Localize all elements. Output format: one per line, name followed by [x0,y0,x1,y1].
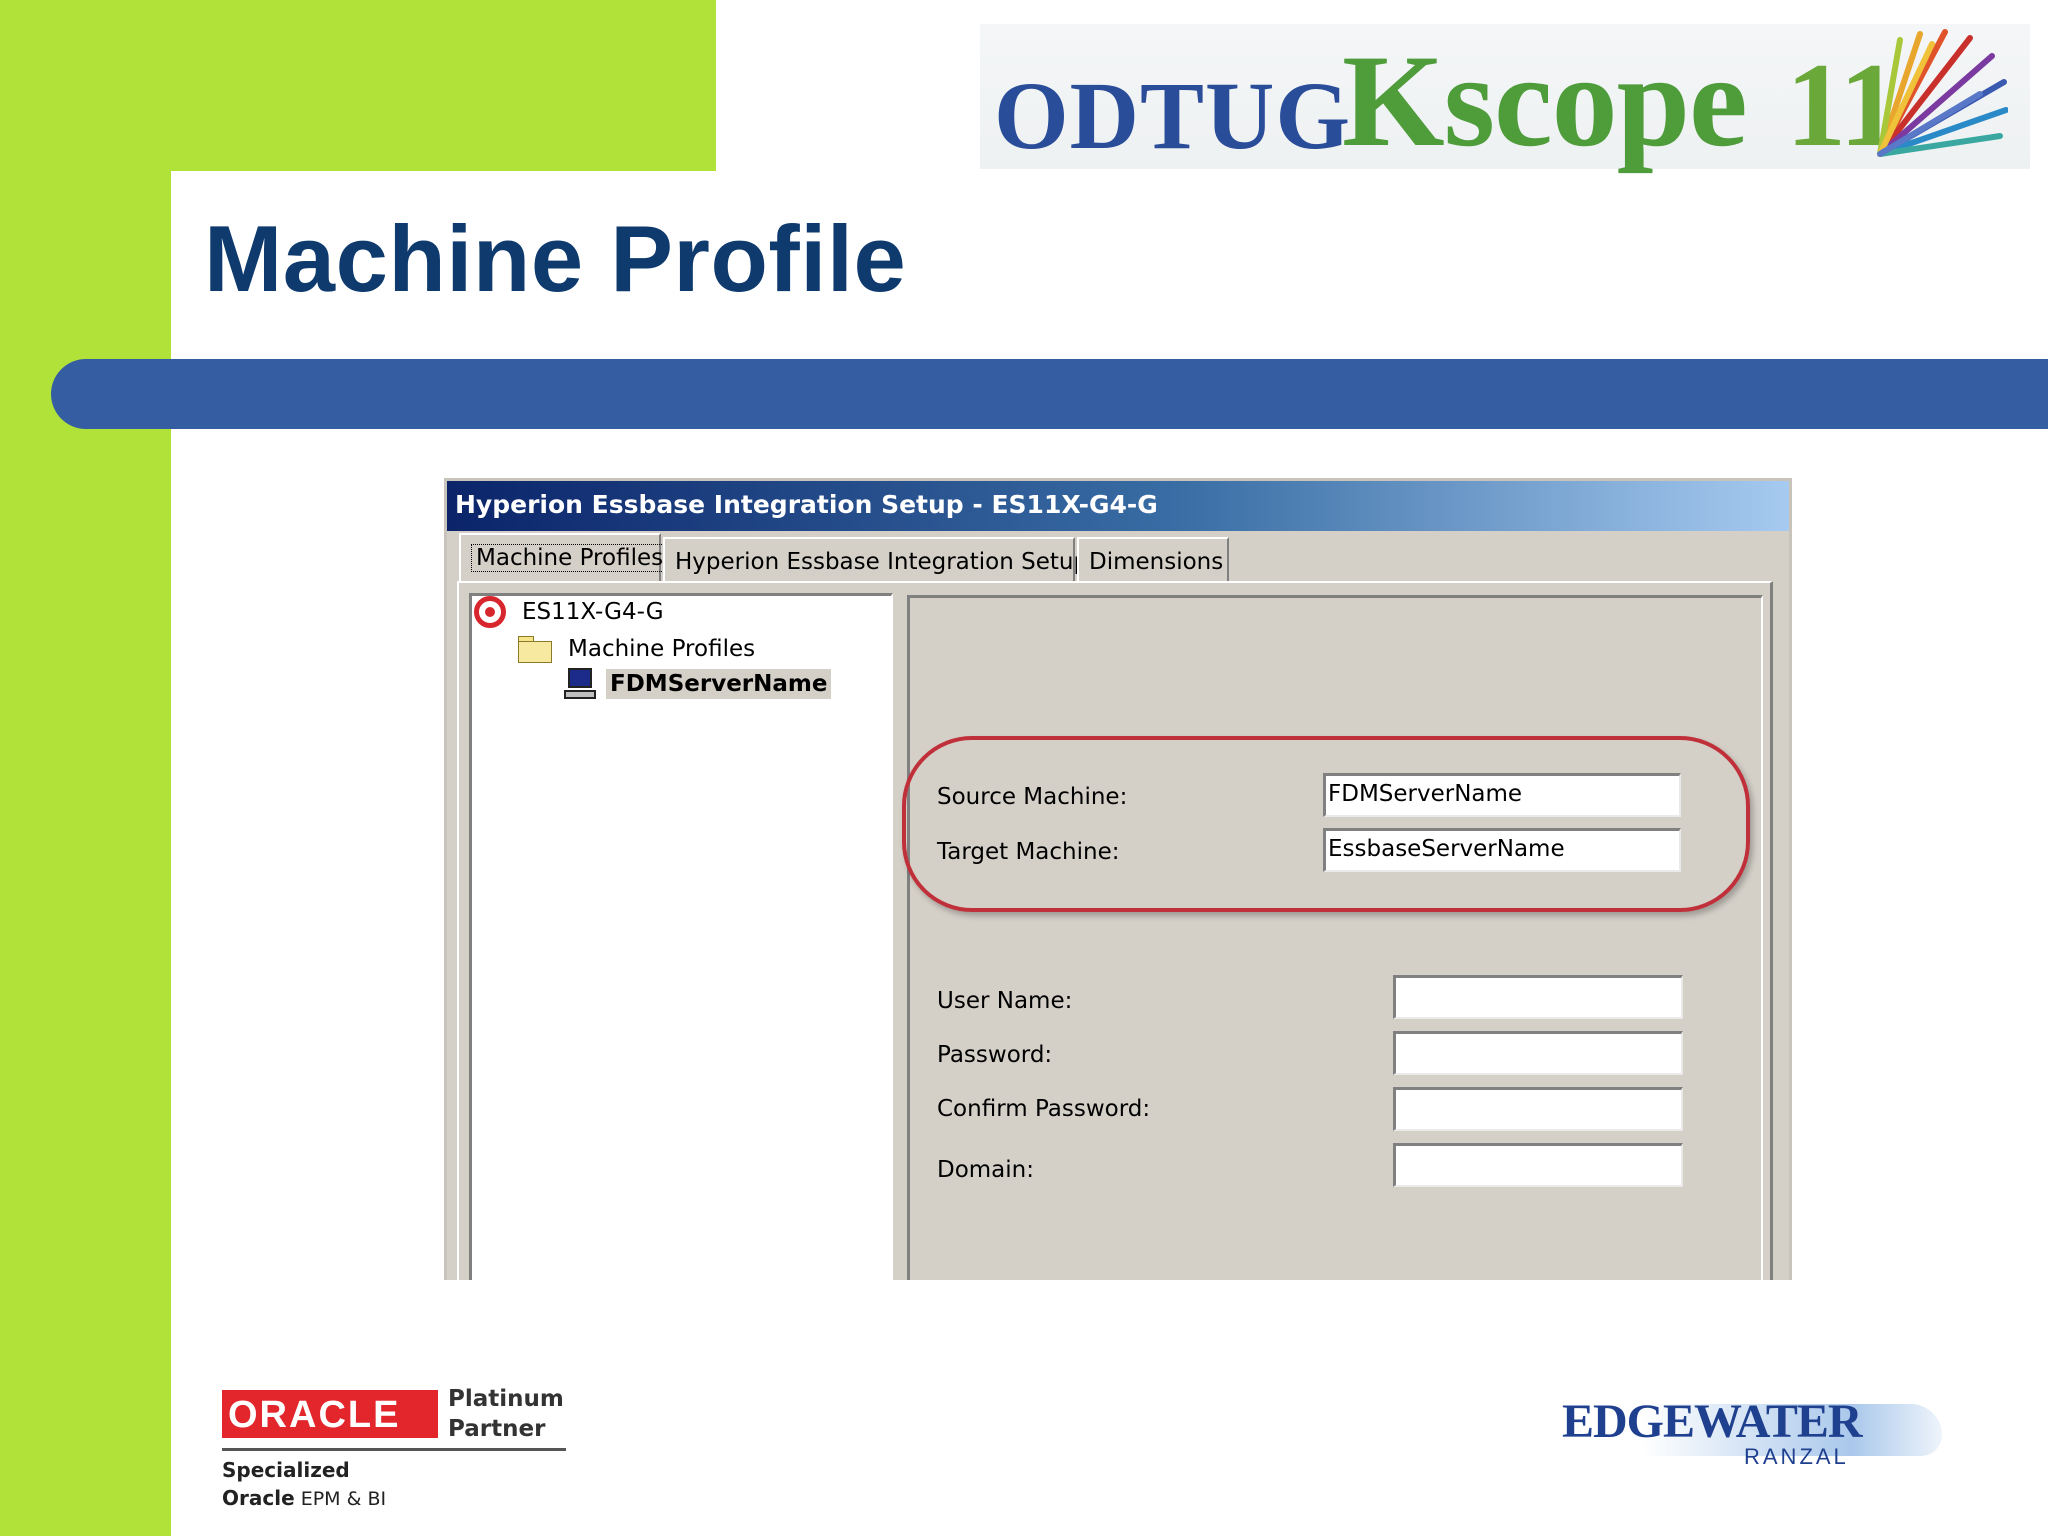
tree-node-server[interactable]: FDMServerName [564,668,832,700]
partner-divider [222,1448,566,1451]
partner-tier-line1: Platinum [448,1386,564,1412]
password-input[interactable] [1393,1031,1683,1075]
tab-label: Dimensions [1089,549,1224,575]
domain-label: Domain: [937,1157,1034,1183]
slide-left-band [0,0,171,1536]
confirm-password-input[interactable] [1393,1087,1683,1131]
machine-profile-tree[interactable]: ES11X-G4-G Machine Profiles FDMServerNam… [469,593,893,1280]
company-logo: EDGEWATER RANZAL [1552,1390,1948,1470]
company-subname: RANZAL [1744,1444,1849,1469]
partner-spec-brand: Oracle [222,1486,295,1510]
computer-icon [564,668,596,700]
partner-specialization: Oracle EPM & BI [222,1486,386,1510]
partner-brand-box: ORACLE [222,1390,438,1438]
tree-node-label: ES11X-G4-G [522,599,664,625]
target-icon [474,596,506,628]
company-name: EDGEWATER [1562,1395,1863,1448]
password-label: Password: [937,1042,1053,1068]
user-name-label: User Name: [937,988,1073,1014]
tree-node-root[interactable]: ES11X-G4-G [474,596,668,628]
slide-title: Machine Profile [204,206,907,311]
tree-node-label: Machine Profiles [568,636,756,662]
user-name-input[interactable] [1393,975,1683,1019]
conference-logo: ODTUG Kscope 11 [980,24,2030,174]
partner-tier-line2: Partner [448,1416,546,1442]
tab-label: Machine Profiles [471,544,669,572]
confirm-password-label: Confirm Password: [937,1096,1151,1122]
conference-logo-event: Kscope [1342,27,1748,174]
machine-fields-highlight [902,736,1750,912]
partner-logo: ORACLE Platinum Partner Specialized Orac… [222,1384,566,1514]
dialog-titlebar[interactable]: Hyperion Essbase Integration Setup - ES1… [447,481,1789,531]
folder-icon [518,636,552,663]
partner-brand: ORACLE [228,1394,401,1436]
domain-input[interactable] [1393,1143,1683,1187]
sunburst-icon [1877,29,2008,157]
dialog-title: Hyperion Essbase Integration Setup - ES1… [455,490,1158,519]
partner-tier: Platinum Partner [448,1384,564,1444]
tab-essbase-integration-setup[interactable]: Hyperion Essbase Integration Setup [663,537,1088,583]
tab-label: Hyperion Essbase Integration Setup [675,549,1089,575]
partner-specialized: Specialized [222,1458,350,1482]
slide-top-band [0,0,716,171]
tab-dimensions[interactable]: Dimensions [1077,537,1229,583]
partner-spec-area: EPM & BI [300,1488,387,1510]
conference-logo-org: ODTUG [994,62,1352,169]
tree-node-label: FDMServerName [606,669,832,699]
slide-title-bar [51,359,2048,429]
tab-machine-profiles[interactable]: Machine Profiles [459,533,669,583]
tree-node-folder[interactable]: Machine Profiles [518,634,759,664]
